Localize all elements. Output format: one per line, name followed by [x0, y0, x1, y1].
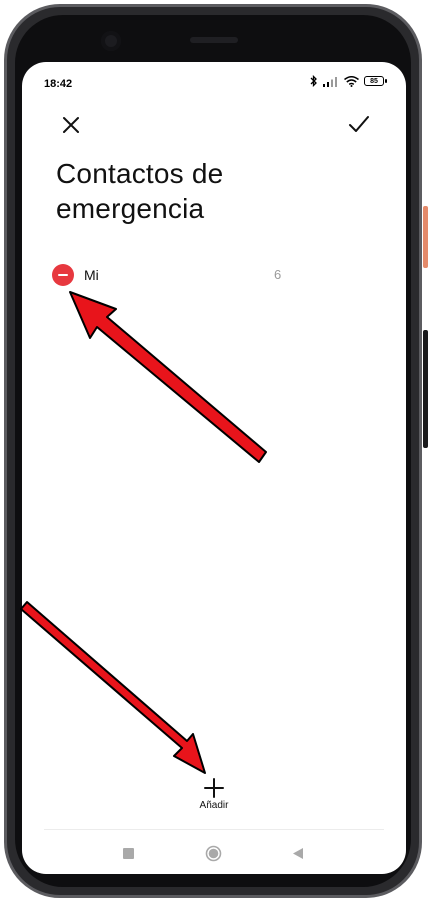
close-button[interactable]	[58, 112, 84, 138]
front-camera	[101, 31, 121, 51]
contact-count: 6	[274, 267, 282, 282]
volume-button	[423, 330, 428, 448]
battery-icon: 85	[364, 76, 387, 86]
add-contact-label: Añadir	[199, 800, 229, 811]
status-time: 18:42	[44, 78, 73, 90]
phone-screen: 18:42 85 Contactos de emergencia Mi 6 Añ…	[22, 62, 406, 874]
recents-square-icon[interactable]	[123, 848, 134, 859]
remove-contact-button[interactable]	[52, 264, 74, 286]
plus-icon	[204, 778, 224, 798]
contact-name: Mi	[84, 267, 99, 283]
status-bar: 18:42 85	[22, 62, 406, 106]
nav-divider	[44, 829, 384, 830]
status-icons: 85	[310, 75, 387, 87]
bluetooth-icon	[310, 75, 317, 87]
confirm-button[interactable]	[346, 112, 372, 138]
home-circle-icon[interactable]	[205, 845, 222, 862]
back-triangle-icon[interactable]	[292, 847, 304, 860]
page-title-line2: emergencia	[56, 193, 205, 224]
signal-icon	[323, 76, 337, 87]
power-button	[423, 206, 428, 268]
wifi-icon	[344, 75, 359, 87]
earpiece-speaker	[190, 37, 238, 43]
close-icon	[63, 117, 79, 133]
contact-row[interactable]: Mi 6	[52, 262, 292, 290]
check-icon	[349, 116, 369, 132]
page-title-line1: Contactos de	[56, 158, 224, 189]
add-contact-button[interactable]: Añadir	[188, 774, 240, 818]
screenshot: 18:42 85 Contactos de emergencia Mi 6 Añ…	[0, 0, 428, 902]
page-title: Contactos de emergencia	[56, 156, 356, 226]
